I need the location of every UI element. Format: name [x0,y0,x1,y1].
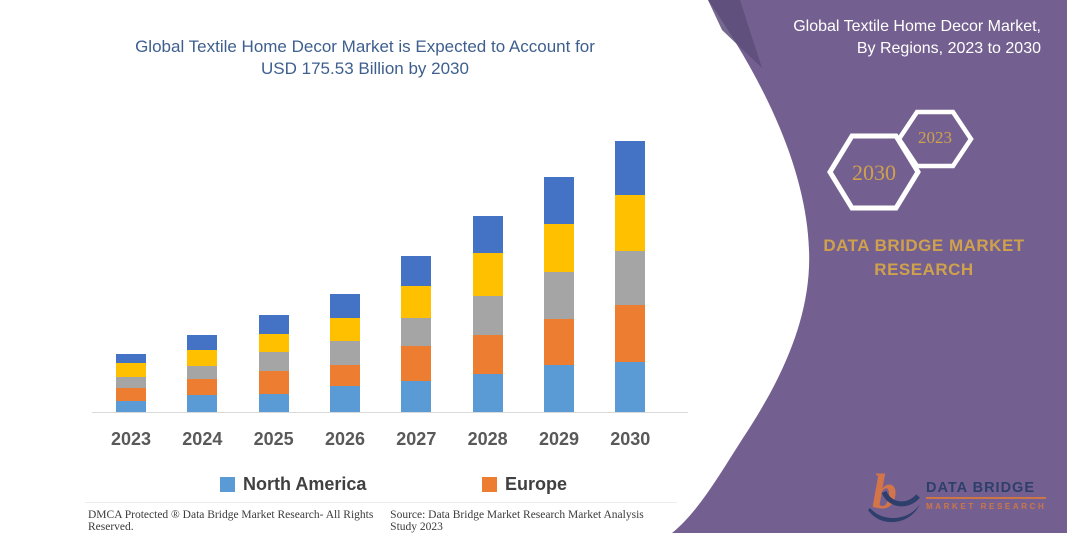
bar-segment-unlabeled-yellow [615,195,646,252]
bar-segment-europe [401,346,432,382]
brand-line2: RESEARCH [874,260,974,279]
x-axis-label: 2030 [610,429,651,449]
bar-segment-unlabeled-darkblue [615,141,646,196]
legend-item-europe: Europe [482,474,567,495]
bar-segment-unlabeled-gray [116,376,146,389]
stacked-bar-2025 [258,314,289,413]
bar-segment-north-america [258,393,289,413]
logo-text: DATA BRIDGE MARKET RESEARCH [926,480,1046,511]
bar-segment-europe [258,371,289,394]
bar-segment-north-america [187,394,218,413]
bar-segment-unlabeled-yellow [472,252,503,297]
bar-segment-unlabeled-gray [329,341,360,365]
panel-title-line2: By Regions, 2023 to 2030 [856,40,1041,57]
chart-title: Global Textile Home Decor Market is Expe… [90,36,640,80]
chart-plot [95,118,673,413]
infographic-canvas: Global Textile Home Decor Market is Expe… [0,0,1067,533]
bar-segment-unlabeled-darkblue [543,177,574,225]
bar-segment-unlabeled-gray [472,296,503,336]
x-axis-label: 2025 [253,429,294,449]
bar-segment-europe [543,318,574,365]
x-axis-label: 2027 [396,429,437,449]
brand-line1: DATA BRIDGE MARKET [823,236,1025,255]
bar-segment-north-america [401,381,432,413]
x-axis-line [92,412,688,413]
bar-segment-unlabeled-darkblue [472,216,503,253]
bar-segment-unlabeled-yellow [116,363,146,377]
hexagon-2030-label: 2030 [852,160,896,185]
svg-text:b: b [872,463,897,519]
bar-segment-unlabeled-darkblue [258,314,289,334]
stacked-bar-2027 [401,255,432,413]
bar-segment-unlabeled-darkblue [401,255,432,287]
logo-text-bottom: MARKET RESEARCH [926,502,1047,511]
bar-segment-unlabeled-gray [615,251,646,305]
stacked-bar-2029 [543,177,574,413]
stacked-bar-2028 [472,216,503,413]
bar-segment-europe [615,305,646,362]
bar-segment-unlabeled-gray [258,351,289,372]
chart-legend: North America Europe [0,474,700,496]
bar-segment-unlabeled-yellow [187,349,218,367]
bar-segment-europe [187,378,218,395]
bar-segment-north-america [472,373,503,413]
x-axis-label: 2024 [182,429,223,449]
bar-segment-north-america [329,386,360,413]
hexagon-2023-label: 2023 [918,128,952,147]
bar-segment-europe [329,364,360,387]
dbmr-logo: b DATA BRIDGE MARKET RESEARCH [868,458,1048,528]
dmca-text: DMCA Protected ® Data Bridge Market Rese… [88,509,374,533]
bar-segment-unlabeled-darkblue [187,334,218,350]
logo-text-top: DATA BRIDGE [926,480,1046,499]
footer: DMCA Protected ® Data Bridge Market Rese… [88,509,670,533]
bar-segment-unlabeled-gray [401,317,432,347]
dbmr-b-icon: b [868,463,920,523]
legend-label-north-america: North America [243,474,367,494]
bar-segment-europe [472,335,503,374]
legend-swatch-north-america [220,477,235,492]
x-axis-label: 2023 [110,429,152,449]
legend-label-europe: Europe [505,474,568,494]
panel-title: Global Textile Home Decor Market, By Reg… [711,16,1041,60]
bar-segment-unlabeled-gray [187,366,218,379]
brand-wordmark: DATA BRIDGE MARKET RESEARCH [808,234,1040,282]
bar-segment-europe [116,388,146,402]
chart-title-line2: USD 175.53 Billion by 2030 [261,59,469,78]
stacked-bar-2023 [116,353,146,413]
x-axis-labels: 2023 2024 2025 2026 2027 2028 2029 2030 [95,429,673,453]
x-axis-label: 2026 [324,429,365,449]
bar-segment-unlabeled-darkblue [116,353,146,364]
legend-swatch-europe [482,477,497,492]
stacked-bar-2030 [615,141,646,413]
bar-segment-north-america [543,364,574,413]
bar-segment-unlabeled-yellow [401,286,432,318]
bar-segment-north-america [615,362,646,413]
bar-segment-unlabeled-yellow [329,317,360,342]
bar-segment-unlabeled-darkblue [329,293,360,318]
stacked-bar-2026 [329,293,360,413]
x-axis-label: 2029 [538,429,579,449]
chart-title-line1: Global Textile Home Decor Market is Expe… [135,37,595,56]
stacked-bar-2024 [187,334,218,413]
x-axis-label: 2028 [467,429,508,449]
bar-segment-unlabeled-gray [543,271,574,319]
panel-title-line1: Global Textile Home Decor Market, [793,18,1041,35]
bar-segment-unlabeled-yellow [258,333,289,352]
source-text: Source: Data Bridge Market Research Mark… [390,509,644,533]
bar-segment-unlabeled-yellow [543,224,574,272]
legend-item-north-america: North America [220,474,366,495]
separator-line [85,502,677,503]
